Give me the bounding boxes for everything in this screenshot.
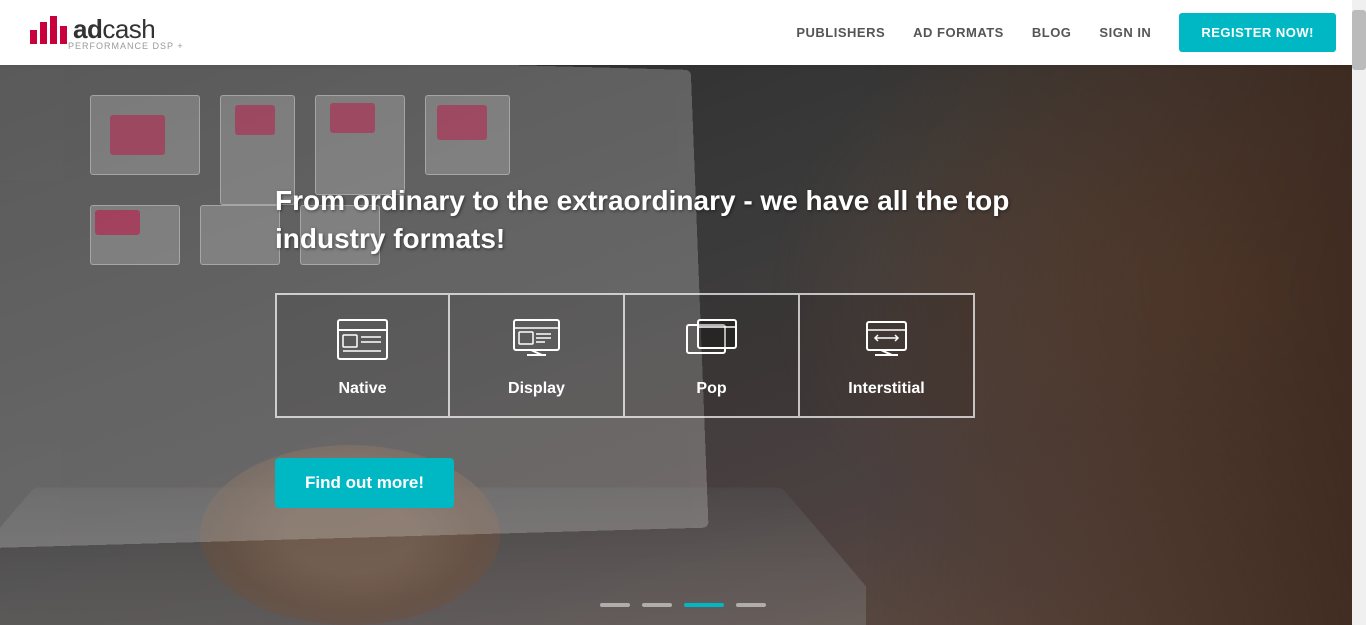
nav-publishers[interactable]: PUBLISHERS <box>796 25 885 40</box>
header: adcash PERFORMANCE DSP + PUBLISHERS AD F… <box>0 0 1366 65</box>
format-card-pop[interactable]: Pop <box>625 293 800 418</box>
find-out-more-button[interactable]: Find out more! <box>275 458 454 508</box>
register-button[interactable]: REGISTER NOW! <box>1179 13 1336 52</box>
scrollbar[interactable] <box>1352 0 1366 625</box>
hero-headline: From ordinary to the extraordinary - we … <box>275 182 1035 258</box>
hero-section: From ordinary to the extraordinary - we … <box>0 65 1366 625</box>
slider-dot-2[interactable] <box>642 603 672 607</box>
logo-bars-icon <box>30 16 67 44</box>
format-card-display[interactable]: Display <box>450 293 625 418</box>
format-card-interstitial[interactable]: Interstitial <box>800 293 975 418</box>
format-display-label: Display <box>508 380 565 398</box>
logo-area: adcash PERFORMANCE DSP + <box>30 14 184 51</box>
format-native-label: Native <box>338 380 386 398</box>
format-pop-label: Pop <box>696 380 726 398</box>
slider-dots <box>600 603 766 607</box>
slider-dot-3[interactable] <box>684 603 724 607</box>
display-icon <box>507 315 567 365</box>
scrollbar-thumb[interactable] <box>1352 10 1366 70</box>
format-card-native[interactable]: Native <box>275 293 450 418</box>
format-interstitial-label: Interstitial <box>848 380 924 398</box>
interstitial-icon <box>857 315 917 365</box>
format-cards: Native Displa <box>275 293 1366 418</box>
nav-blog[interactable]: BLOG <box>1032 25 1072 40</box>
pop-icon <box>682 315 742 365</box>
slider-dot-4[interactable] <box>736 603 766 607</box>
nav-sign-in[interactable]: SIGN IN <box>1099 25 1151 40</box>
nav-ad-formats[interactable]: AD FORMATS <box>913 25 1004 40</box>
main-nav: PUBLISHERS AD FORMATS BLOG SIGN IN REGIS… <box>796 13 1336 52</box>
slider-dot-1[interactable] <box>600 603 630 607</box>
native-icon <box>333 315 393 365</box>
hero-content: From ordinary to the extraordinary - we … <box>0 65 1366 625</box>
logo-subtitle: PERFORMANCE DSP + <box>68 41 184 51</box>
